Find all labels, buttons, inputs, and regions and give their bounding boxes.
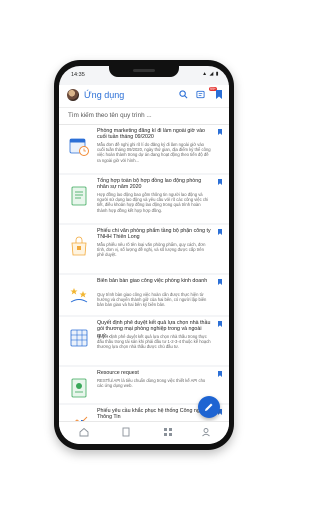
item-description: Mẫu phiếu nêu rõ tên loại văn phòng phẩm… xyxy=(97,242,206,258)
item-title: Resource request xyxy=(97,370,139,376)
search-input[interactable]: Tìm kiếm theo tên quy trình ... xyxy=(68,112,152,119)
handover-stars-icon xyxy=(70,288,88,303)
list-item[interactable]: Tổng hợp toàn bộ hợp đồng lao động phòng… xyxy=(59,175,229,223)
phone-screen: 14:35 ▲ ◢ ▮ Ứng dụng 99+ Tìm kiếm theo t… xyxy=(59,66,229,444)
list-item[interactable]: Biên bản bàn giao công việc phòng kinh d… xyxy=(59,275,229,315)
item-title: Biên bản bàn giao công việc phòng kinh d… xyxy=(97,278,208,284)
item-title: Phòng marketing đăng kí đi làm ngoài giờ… xyxy=(97,128,206,141)
edit-fab-button[interactable] xyxy=(198,396,220,418)
notch xyxy=(109,66,179,77)
bookmark-icon[interactable] xyxy=(218,279,222,285)
item-description: Quy trình bàn giao công việc hoàn cần đư… xyxy=(97,292,207,308)
search-icon[interactable] xyxy=(179,90,188,101)
bookmark-icon[interactable] xyxy=(218,179,222,185)
item-description: Quyết định phê duyệt kết quả lựa chọn nh… xyxy=(97,334,211,350)
approval-grid-icon xyxy=(70,329,88,347)
bookmark-icon[interactable] xyxy=(218,229,222,235)
calendar-clock-icon xyxy=(69,138,89,156)
bookmark-icon[interactable] xyxy=(218,371,222,377)
bookmark-icon[interactable] xyxy=(218,129,222,135)
resource-request-icon xyxy=(71,378,87,398)
status-icons: ▲ ◢ ▮ xyxy=(202,71,219,77)
item-title: Phiếu yêu cầu khắc phục hệ thống Công ng… xyxy=(97,408,206,421)
bookmark-icon[interactable] xyxy=(218,321,222,327)
bookmark-icon[interactable] xyxy=(216,90,222,101)
apps-icon[interactable] xyxy=(163,427,173,439)
profile-icon[interactable] xyxy=(201,427,211,439)
speaker xyxy=(133,69,155,72)
item-description: RESTful API là tiêu chuẩn dùng trong việ… xyxy=(97,378,206,389)
app-bar: Ứng dụng 99+ xyxy=(59,85,229,107)
search-bar[interactable]: Tìm kiếm theo tên quy trình ... xyxy=(59,107,229,125)
document-icon[interactable] xyxy=(121,427,131,439)
notification-icon[interactable] xyxy=(196,90,205,101)
bottom-nav xyxy=(59,421,229,444)
home-icon[interactable] xyxy=(79,427,89,439)
contract-document-icon xyxy=(71,186,87,206)
list-item[interactable]: Phiếu chi văn phòng phẩm tầng bộ phận cô… xyxy=(59,225,229,273)
item-title: Phiếu chi văn phòng phẩm tầng bộ phận cô… xyxy=(97,228,211,241)
avatar[interactable] xyxy=(67,89,79,101)
list-item[interactable]: Quyết định phê duyệt kết quả lựa chọn nh… xyxy=(59,317,229,365)
stationery-bag-icon xyxy=(71,236,87,256)
item-description: Hợp đồng lao động bao gồm thông tin ngườ… xyxy=(97,192,209,213)
page-title: Ứng dụng xyxy=(84,90,125,100)
list-item[interactable]: Phòng marketing đăng kí đi làm ngoài giờ… xyxy=(59,125,229,173)
status-time: 14:35 xyxy=(71,72,85,78)
item-title: Tổng hợp toàn bộ hợp đồng lao động phòng… xyxy=(97,178,202,191)
item-description: Mẫu đơn đề nghị ghi rõ lí do đăng ký đi … xyxy=(97,142,211,163)
phone-frame: 14:35 ▲ ◢ ▮ Ứng dụng 99+ Tìm kiếm theo t… xyxy=(54,60,234,450)
edit-icon xyxy=(205,403,213,411)
